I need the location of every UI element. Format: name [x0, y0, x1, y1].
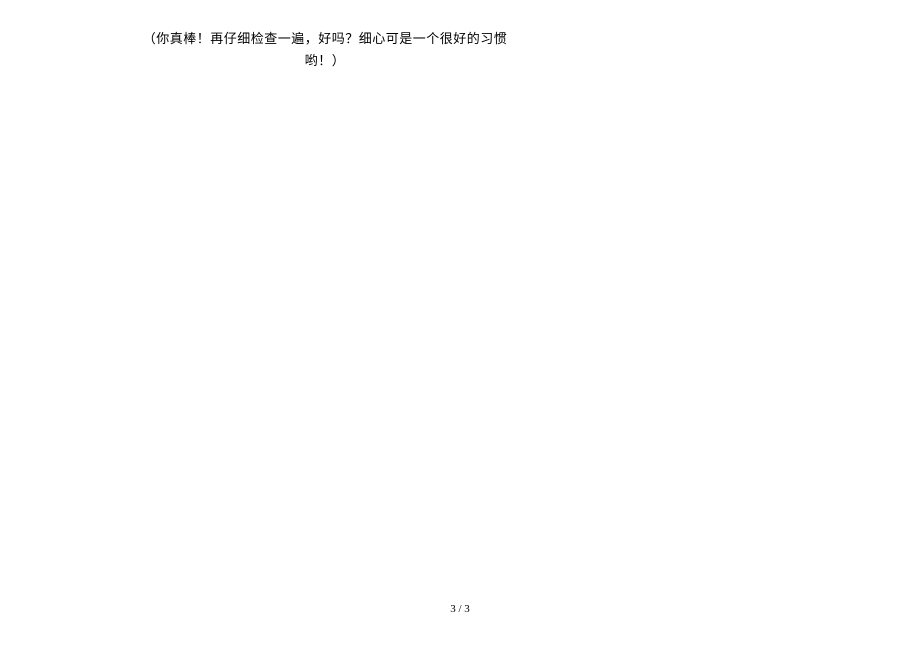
document-body-text: （你真棒！再仔细检查一遍，好吗？细心可是一个很好的习惯 哟！） — [125, 28, 525, 72]
body-line-2: 哟！） — [305, 53, 346, 68]
page-number-text: 3 / 3 — [450, 603, 470, 615]
body-line-1: （你真棒！再仔细检查一遍，好吗？细心可是一个很好的习惯 — [143, 31, 508, 46]
page-number-footer: 3 / 3 — [0, 603, 920, 615]
